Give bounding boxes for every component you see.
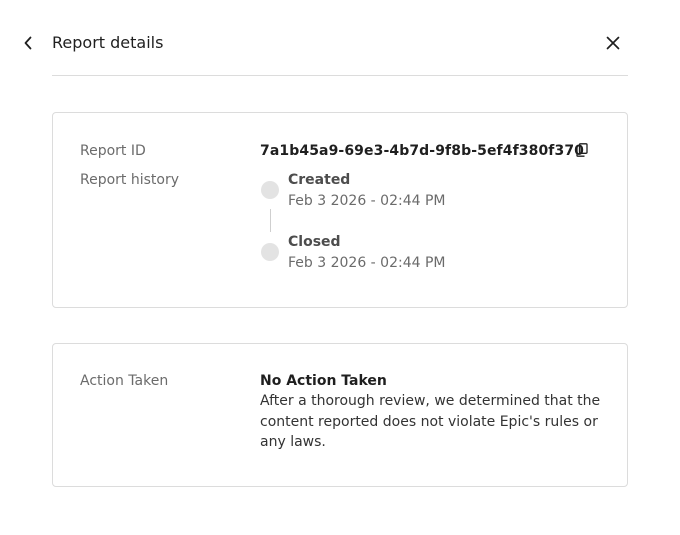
history-date-created: Feb 3 2026 - 02:44 PM [288, 193, 446, 209]
panel-header: Report details [0, 0, 680, 77]
action-title: No Action Taken [260, 373, 387, 389]
history-date-closed: Feb 3 2026 - 02:44 PM [288, 255, 446, 271]
report-history-label: Report history [80, 172, 180, 188]
copy-report-id-button[interactable] [574, 142, 590, 158]
close-icon [606, 36, 620, 50]
timeline-dot [261, 243, 279, 261]
timeline-connector [270, 209, 271, 232]
action-taken-label: Action Taken [80, 373, 169, 389]
back-button[interactable] [17, 31, 39, 55]
chevron-left-icon [24, 36, 32, 50]
report-info-card: Report ID 7a1b45a9-69e3-4b7d-9f8b-5ef4f3… [52, 112, 628, 308]
page-title: Report details [52, 33, 164, 52]
timeline-dot [261, 181, 279, 199]
report-id-label: Report ID [80, 143, 146, 159]
history-status-closed: Closed [288, 234, 341, 250]
action-description: After a thorough review, we determined t… [260, 393, 601, 450]
history-status-created: Created [288, 172, 351, 188]
copy-icon [576, 143, 588, 157]
report-id-value[interactable]: 7a1b45a9-69e3-4b7d-9f8b-5ef4f380f370 [260, 141, 584, 161]
report-details-panel: Report details Report ID 7a1b45a9-69e3-4… [0, 0, 680, 535]
close-button[interactable] [601, 31, 625, 55]
action-taken-card: Action Taken No Action Taken After a tho… [52, 343, 628, 487]
header-divider [52, 75, 628, 76]
